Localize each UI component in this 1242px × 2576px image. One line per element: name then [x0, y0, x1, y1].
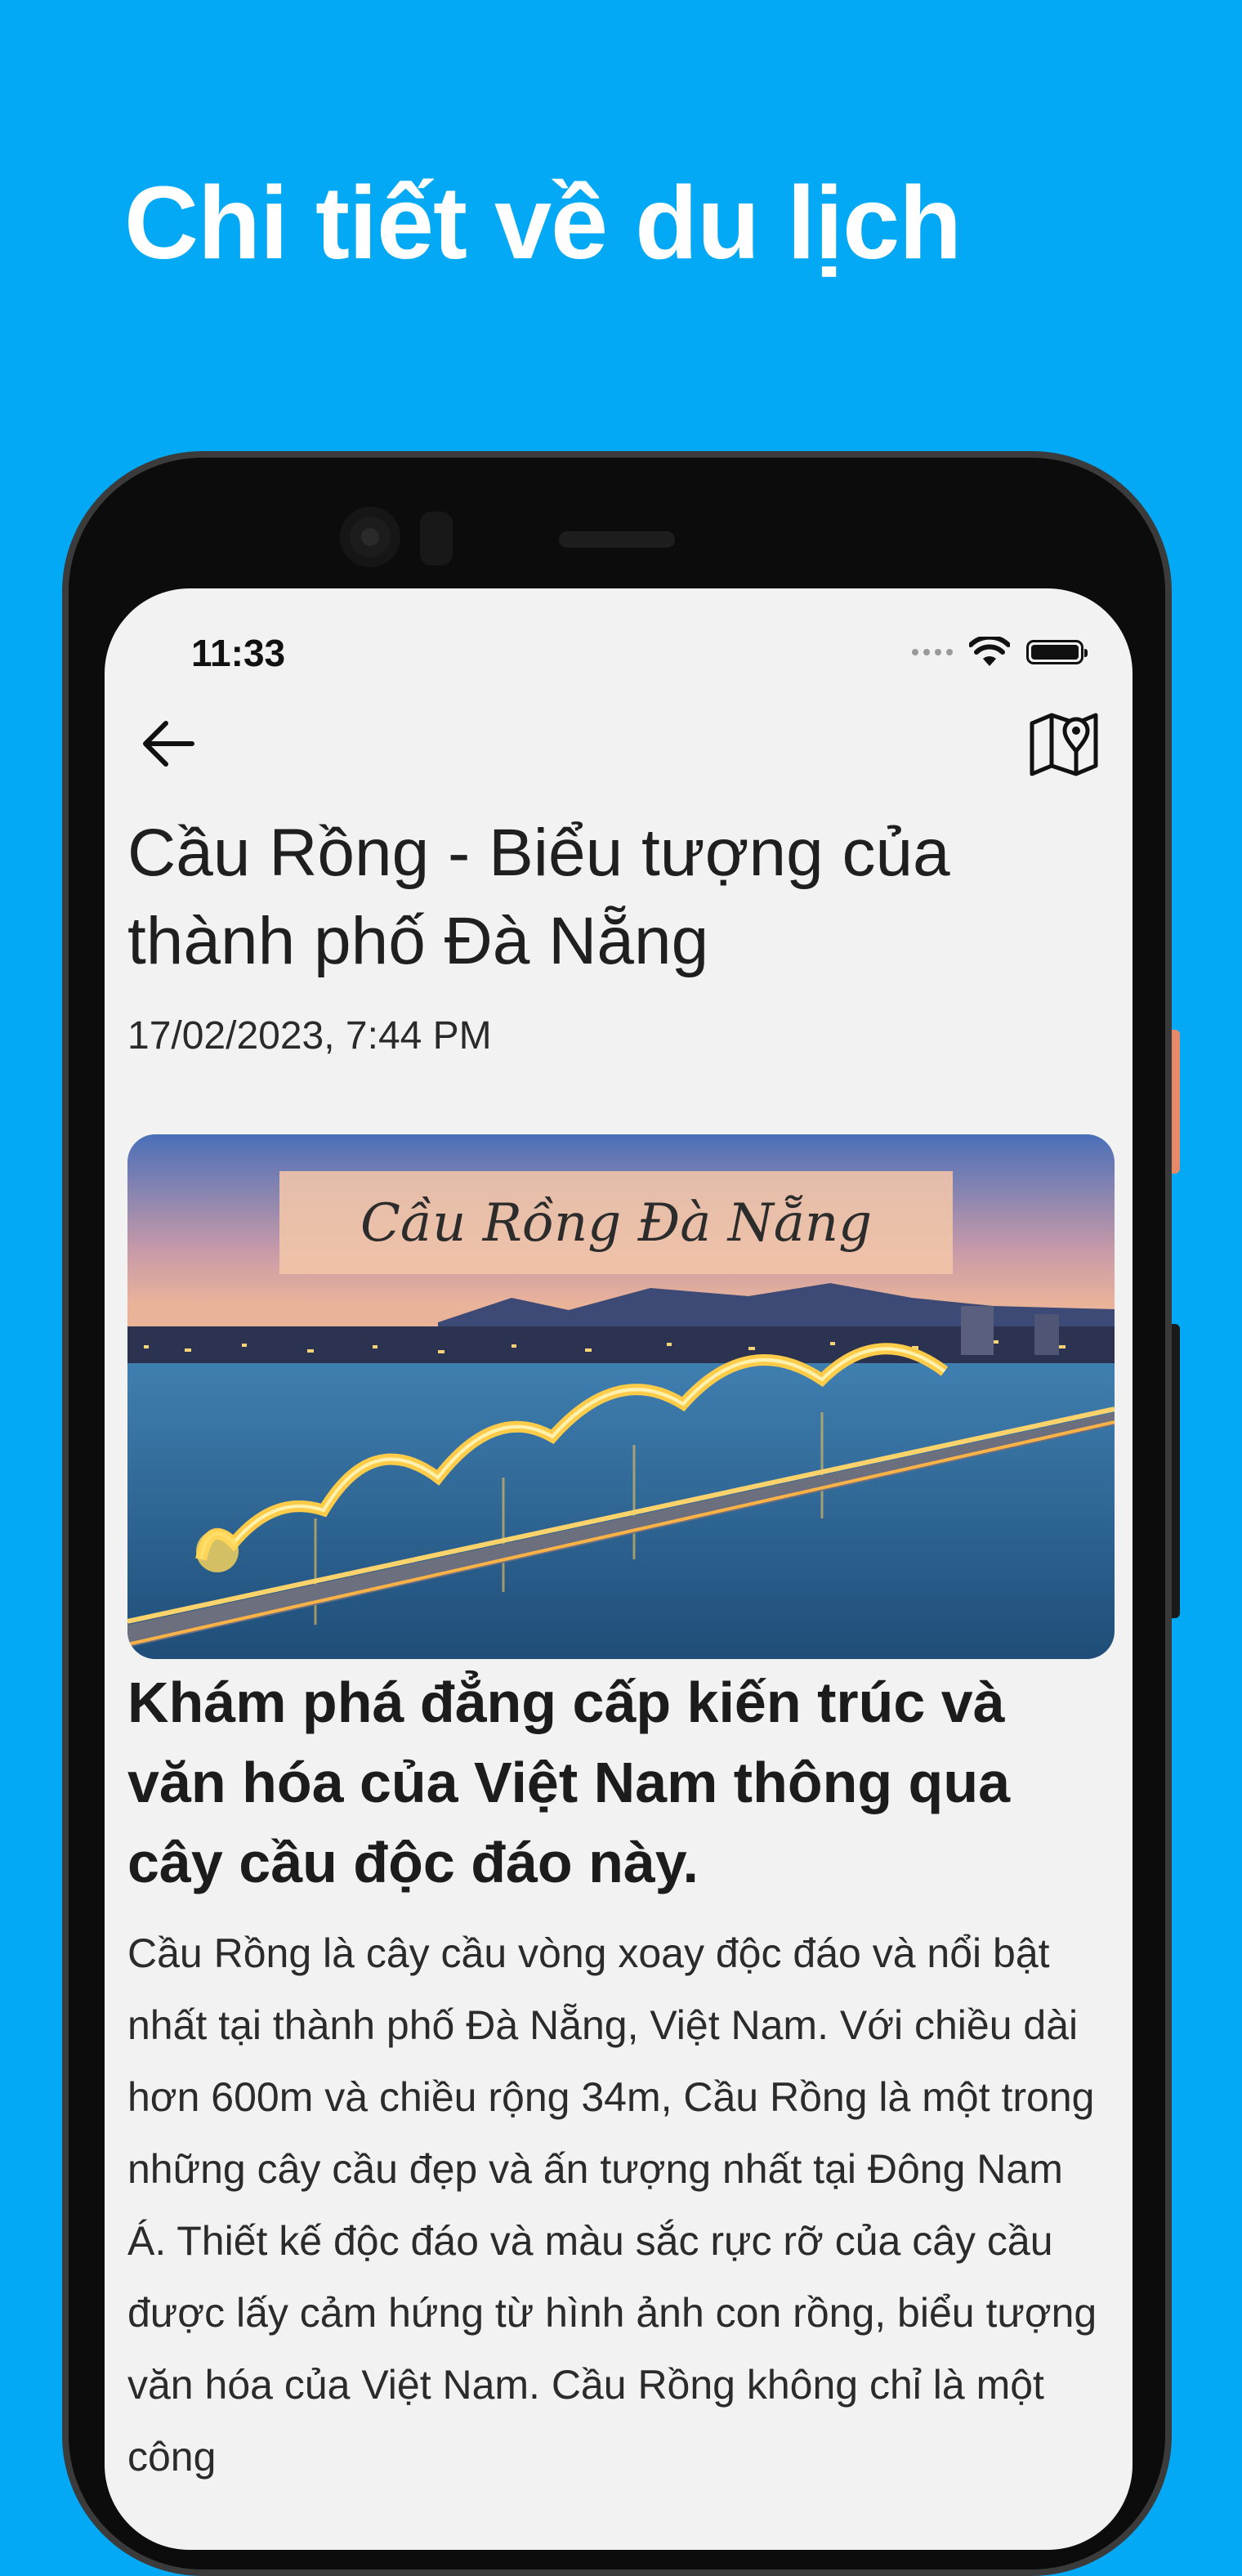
map-button[interactable]: [1023, 703, 1105, 785]
map-pin-icon: [1030, 713, 1098, 776]
promo-title: Chi tiết về du lịch: [124, 165, 962, 280]
arrow-left-icon: [143, 721, 194, 767]
image-caption: Cầu Rồng Đà Nẵng: [360, 1193, 872, 1254]
article-hero-image: Cầu Rồng Đà Nẵng: [127, 1134, 1115, 1659]
phone-screen: 11:33 Cầu Rồng - Biểu tượng của thành ph…: [105, 588, 1133, 2550]
signal-icon: [912, 649, 953, 655]
earpiece-speaker: [559, 531, 675, 548]
status-icons: [912, 629, 1088, 675]
proximity-sensor: [420, 512, 453, 566]
status-time: 11:33: [191, 632, 286, 674]
wifi-icon: [969, 637, 1010, 666]
back-button[interactable]: [129, 704, 208, 783]
article-subtitle: Khám phá đẳng cấp kiến trúc và văn hóa c…: [127, 1670, 1011, 1894]
article-title: Cầu Rồng - Biểu tượng của thành phố Đà N…: [127, 816, 950, 978]
article-body: Cầu Rồng là cây cầu vòng xoay độc đáo và…: [127, 1930, 1097, 2480]
front-camera: [340, 507, 400, 567]
battery-icon: [1026, 640, 1088, 664]
article-date: 17/02/2023, 7:44 PM: [127, 1014, 492, 1058]
